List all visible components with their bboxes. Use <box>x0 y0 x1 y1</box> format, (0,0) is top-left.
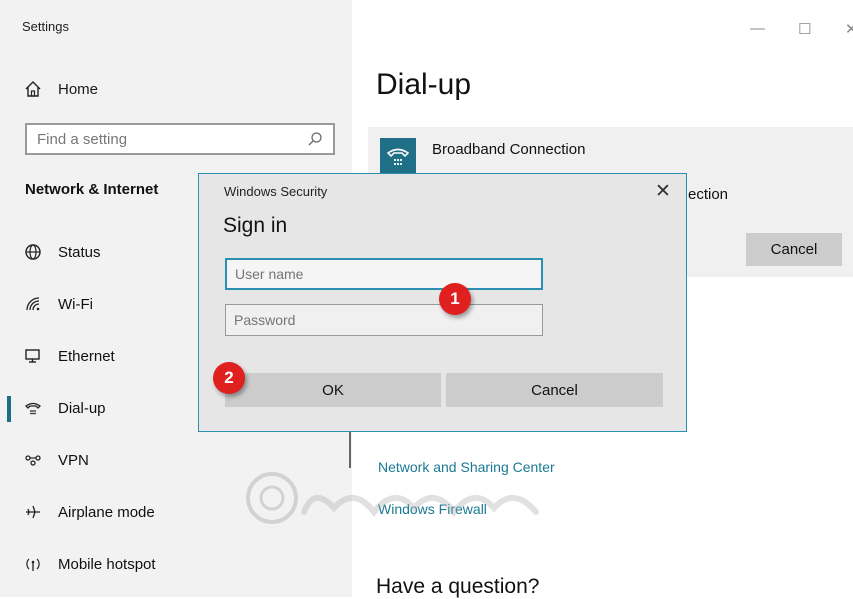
home-link[interactable]: Home <box>24 80 98 98</box>
wifi-icon <box>24 295 42 313</box>
search-icon <box>307 131 323 147</box>
connection-name: Broadband Connection <box>432 141 586 158</box>
step-badge: 1 <box>439 283 471 315</box>
sidebar-item-label: Airplane mode <box>58 503 155 521</box>
page-title: Dial-up <box>376 68 472 101</box>
vpn-icon <box>24 451 42 469</box>
maximize-icon[interactable]: ☐ <box>798 20 811 38</box>
globe-icon <box>24 243 42 261</box>
sidebar-item-label: Dial-up <box>58 399 106 417</box>
airplane-icon <box>24 503 42 521</box>
sidebar-item-mobile-hotspot[interactable]: Mobile hotspot <box>24 555 156 573</box>
connection-status-text: ection <box>688 186 729 203</box>
sidebar-item-vpn[interactable]: VPN <box>24 451 89 469</box>
sidebar-item-wifi[interactable]: Wi-Fi <box>24 295 93 313</box>
cancel-connection-button[interactable]: Cancel <box>746 233 842 266</box>
ok-button[interactable]: OK <box>225 373 441 407</box>
sidebar-item-airplane-mode[interactable]: Airplane mode <box>24 503 155 521</box>
sidebar-item-label: VPN <box>58 451 89 469</box>
app-title: Settings <box>22 19 69 34</box>
password-field[interactable] <box>225 304 543 336</box>
question-heading: Have a question? <box>376 575 540 598</box>
sidebar-item-dialup[interactable]: Dial-up <box>24 399 106 417</box>
sidebar-item-status[interactable]: Status <box>24 243 101 261</box>
sidebar-item-ethernet[interactable]: Ethernet <box>24 347 115 365</box>
search-input[interactable]: Find a setting <box>25 123 335 155</box>
close-icon[interactable]: ✕ <box>845 20 853 38</box>
dialog-heading: Sign in <box>223 214 288 237</box>
minimize-icon[interactable]: — <box>750 20 765 37</box>
search-placeholder: Find a setting <box>37 130 128 148</box>
section-title: Network & Internet <box>25 181 159 198</box>
sidebar-item-label: Ethernet <box>58 347 115 365</box>
home-icon <box>24 80 42 98</box>
dialog-close-icon[interactable]: ✕ <box>655 180 671 203</box>
sidebar-item-label: Status <box>58 243 101 261</box>
network-sharing-center-link[interactable]: Network and Sharing Center <box>378 459 555 475</box>
step-badge: 2 <box>213 362 245 394</box>
dialog-caption: Windows Security <box>224 184 328 199</box>
active-indicator <box>7 396 11 422</box>
hotspot-icon <box>24 555 42 573</box>
sidebar-item-label: Mobile hotspot <box>58 555 156 573</box>
scrollbar-thumb[interactable] <box>349 432 351 468</box>
windows-firewall-link[interactable]: Windows Firewall <box>378 501 487 517</box>
home-label: Home <box>58 80 99 98</box>
username-field[interactable] <box>225 258 543 290</box>
cancel-button[interactable]: Cancel <box>446 373 663 407</box>
dialup-connection-icon <box>380 138 416 174</box>
phone-icon <box>24 399 42 417</box>
sidebar-item-label: Wi-Fi <box>58 295 93 313</box>
ethernet-icon <box>24 347 42 365</box>
